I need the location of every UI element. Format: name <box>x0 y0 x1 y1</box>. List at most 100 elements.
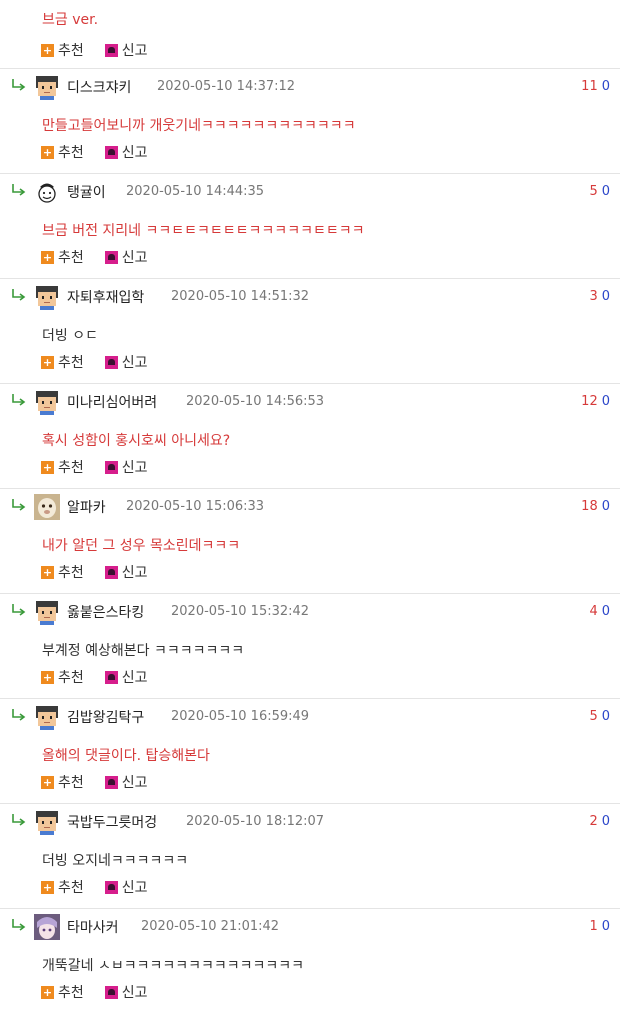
recommend-button[interactable]: 추천 <box>58 562 84 582</box>
parent-comment-tail: 브금 ver. + 추천 신고 <box>0 0 620 69</box>
comment-actions: + 추천 신고 <box>41 983 148 1001</box>
report-button[interactable]: 신고 <box>122 247 148 267</box>
recommend-button[interactable]: 추천 <box>58 877 84 897</box>
comment-date: 2020-05-10 14:37:12 <box>157 79 296 94</box>
recommend-plus-icon[interactable]: + <box>41 880 54 894</box>
comment-actions: + 추천 신고 <box>41 668 148 686</box>
nickname[interactable]: 탱귤이 <box>67 182 106 202</box>
recommend-button[interactable]: 추천 <box>58 352 84 372</box>
vote-counts: 50 <box>589 709 610 724</box>
reply-arrow-icon <box>11 288 27 302</box>
recommend-plus-icon[interactable]: + <box>41 565 54 579</box>
avatar[interactable] <box>34 179 60 205</box>
nickname[interactable]: 알파카 <box>67 497 106 517</box>
reply-comment: 탱귤이 2020-05-10 14:44:35 5 0 브금 버전 지리네 ㅋㅋㅌㅌㅋㅌ… <box>0 174 620 279</box>
recommend-plus-icon[interactable]: + <box>41 43 54 57</box>
avatar[interactable] <box>34 389 60 415</box>
nickname[interactable]: 자퇴후재입학 <box>67 287 144 307</box>
upvote-count: 11 <box>581 79 598 94</box>
recommend-button[interactable]: 추천 <box>58 247 84 267</box>
vote-counts: 20 <box>589 814 610 829</box>
reply-arrow-icon <box>11 603 27 617</box>
vote-counts: 40 <box>589 604 610 619</box>
nickname[interactable]: 미나리심어버려 <box>67 392 157 412</box>
reply-arrow-icon <box>11 918 27 932</box>
upvote-count: 5 <box>589 184 598 199</box>
upvote-count: 2 <box>589 814 598 829</box>
vote-counts: 30 <box>589 289 610 304</box>
recommend-plus-icon[interactable]: + <box>41 145 54 159</box>
avatar[interactable] <box>34 704 60 730</box>
comment-text: 개뚝갈네 ㅅㅂㅋㅋㅋㅋㅋㅋㅋㅋㅋㅋㅋㅋㅋㅋ <box>42 958 305 974</box>
report-siren-icon[interactable] <box>104 775 118 789</box>
reply-arrow-icon <box>11 498 27 512</box>
avatar[interactable] <box>34 809 60 835</box>
reply-comment: 자퇴후재입학 2020-05-10 14:51:32 3 0 더빙 ㅇㄷ + 추천 신고 <box>0 279 620 384</box>
reply-arrow-icon <box>11 813 27 827</box>
report-button[interactable]: 신고 <box>122 772 148 792</box>
downvote-count: 0 <box>601 604 610 619</box>
report-button[interactable]: 신고 <box>122 667 148 687</box>
recommend-plus-icon[interactable]: + <box>41 250 54 264</box>
avatar[interactable] <box>34 284 60 310</box>
comment-date: 2020-05-10 18:12:07 <box>186 814 325 829</box>
comment-date: 2020-05-10 15:32:42 <box>171 604 310 619</box>
vote-counts: 10 <box>589 919 610 934</box>
comment-date: 2020-05-10 14:44:35 <box>126 184 265 199</box>
report-button[interactable]: 신고 <box>122 142 148 162</box>
nickname[interactable]: 타마사커 <box>67 917 119 937</box>
nickname[interactable]: 옳붙은스타킹 <box>67 602 144 622</box>
reply-comment: 옳붙은스타킹 2020-05-10 15:32:42 4 0 부계정 예상해본다 ㅋㅋㅋ… <box>0 594 620 699</box>
downvote-count: 0 <box>601 184 610 199</box>
vote-counts: 11 0 <box>581 79 610 94</box>
report-button[interactable]: 신고 <box>122 982 148 1002</box>
report-siren-icon[interactable] <box>104 355 118 369</box>
recommend-plus-icon[interactable]: + <box>41 985 54 999</box>
comment-date: 2020-05-10 21:01:42 <box>141 919 280 934</box>
recommend-plus-icon[interactable]: + <box>41 775 54 789</box>
nickname[interactable]: 디스크쟈키 <box>67 77 131 97</box>
avatar[interactable] <box>34 494 60 520</box>
nickname[interactable]: 국밥두그릇머겅 <box>67 812 157 832</box>
reply-arrow-icon <box>11 393 27 407</box>
comment-date: 2020-05-10 15:06:33 <box>126 499 265 514</box>
comment-date: 2020-05-10 16:59:49 <box>171 709 310 724</box>
recommend-button[interactable]: 추천 <box>58 40 84 60</box>
recommend-button[interactable]: 추천 <box>58 982 84 1002</box>
report-button[interactable]: 신고 <box>122 457 148 477</box>
reply-comment: 디스크쟈키 2020-05-10 14:37:12 11 0 만들고들어보니까 개웃기네… <box>0 69 620 174</box>
recommend-button[interactable]: 추천 <box>58 457 84 477</box>
report-siren-icon[interactable] <box>104 985 118 999</box>
nickname[interactable]: 김밥왕김탁구 <box>67 707 144 727</box>
recommend-plus-icon[interactable]: + <box>41 355 54 369</box>
recommend-button[interactable]: 추천 <box>58 142 84 162</box>
parent-comment-text: 브금 ver. <box>42 12 99 28</box>
report-button[interactable]: 신고 <box>122 40 148 60</box>
avatar[interactable] <box>34 914 60 940</box>
report-siren-icon[interactable] <box>104 880 118 894</box>
report-siren-icon[interactable] <box>104 250 118 264</box>
vote-counts: 50 <box>589 184 610 199</box>
reply-comment: 국밥두그릇머겅 2020-05-10 18:12:07 2 0 더빙 오지네ㅋㅋㅋㅋㅋㅋ… <box>0 804 620 909</box>
upvote-count: 12 <box>581 394 598 409</box>
report-siren-icon[interactable] <box>104 565 118 579</box>
recommend-plus-icon[interactable]: + <box>41 670 54 684</box>
report-siren-icon[interactable] <box>104 670 118 684</box>
avatar[interactable] <box>34 599 60 625</box>
downvote-count: 0 <box>601 79 610 94</box>
report-siren-icon[interactable] <box>104 43 118 57</box>
recommend-plus-icon[interactable]: + <box>41 460 54 474</box>
report-siren-icon[interactable] <box>104 145 118 159</box>
avatar[interactable] <box>34 74 60 100</box>
upvote-count: 1 <box>589 919 598 934</box>
report-button[interactable]: 신고 <box>122 877 148 897</box>
upvote-count: 5 <box>589 709 598 724</box>
report-button[interactable]: 신고 <box>122 562 148 582</box>
comment-actions: + 추천 신고 <box>41 143 148 161</box>
report-siren-icon[interactable] <box>104 460 118 474</box>
parent-comment-actions: + 추천 신고 <box>41 41 148 59</box>
report-button[interactable]: 신고 <box>122 352 148 372</box>
comment-text: 부계정 예상해본다 ㅋㅋㅋㅋㅋㅋㅋ <box>42 643 245 659</box>
recommend-button[interactable]: 추천 <box>58 667 84 687</box>
recommend-button[interactable]: 추천 <box>58 772 84 792</box>
